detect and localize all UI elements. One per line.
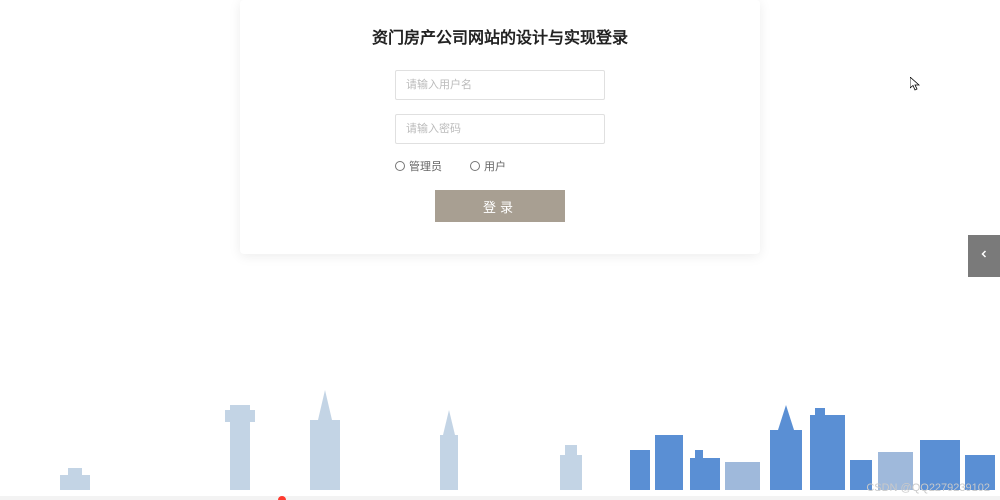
- role-user-option[interactable]: 用户: [470, 158, 506, 174]
- role-radio-group: 管理员 用户: [395, 158, 605, 174]
- role-admin-radio[interactable]: [395, 161, 405, 171]
- role-user-radio[interactable]: [470, 161, 480, 171]
- watermark-text: CSDN @QQ2279239102: [866, 482, 990, 494]
- login-button[interactable]: 登录: [435, 190, 565, 222]
- cursor-icon: [910, 77, 920, 94]
- progress-indicator: [278, 496, 286, 500]
- bottom-bar: [0, 496, 1000, 500]
- role-admin-option[interactable]: 管理员: [395, 158, 442, 174]
- chevron-left-icon: [978, 247, 990, 265]
- skyline-decoration: [0, 380, 1000, 490]
- side-collapse-tab[interactable]: [968, 235, 1000, 277]
- role-admin-label: 管理员: [409, 158, 442, 174]
- login-card: 资门房产公司网站的设计与实现登录 管理员 用户 登录: [240, 0, 760, 254]
- login-title: 资门房产公司网站的设计与实现登录: [300, 24, 700, 48]
- username-input[interactable]: [395, 70, 605, 100]
- password-input[interactable]: [395, 114, 605, 144]
- role-user-label: 用户: [484, 158, 506, 174]
